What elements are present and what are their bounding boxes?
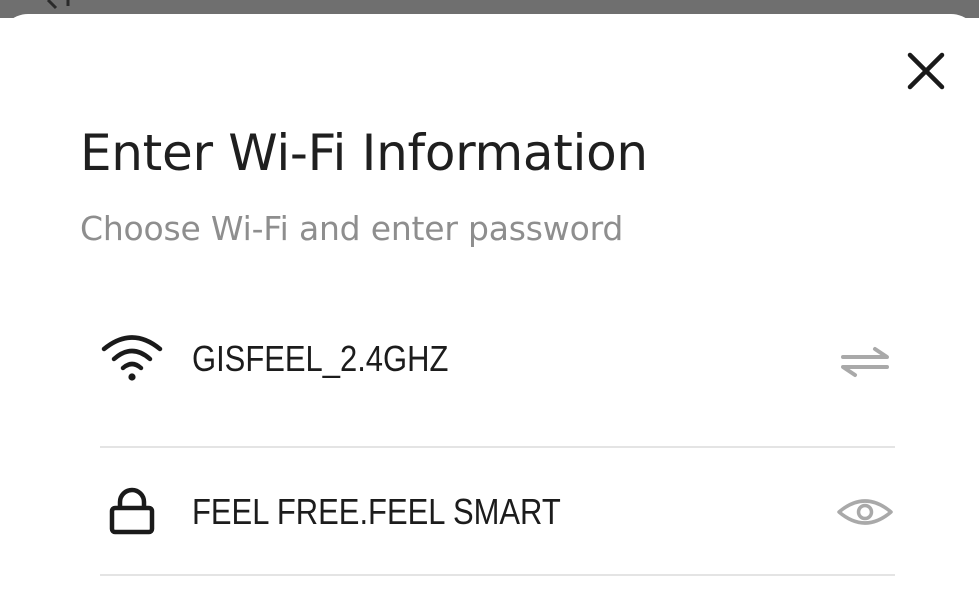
wifi-password-value[interactable]: FEEL FREE.FEEL SMART	[192, 487, 561, 537]
dialog-title: Enter Wi-Fi Information	[80, 124, 648, 182]
toggle-password-visibility-button[interactable]	[835, 487, 895, 537]
close-icon	[907, 52, 945, 90]
wifi-password-field[interactable]: FEEL FREE.FEEL SMART	[100, 448, 895, 576]
wifi-icon	[100, 332, 164, 382]
wifi-ssid-value: GISFEEL_2.4GHZ	[192, 338, 449, 379]
status-bar-glyph	[46, 0, 70, 10]
wifi-network-field[interactable]: GISFEEL_2.4GHZ	[100, 300, 895, 448]
switch-network-button[interactable]	[835, 336, 895, 386]
lock-icon	[100, 486, 164, 536]
eye-icon	[837, 499, 893, 525]
close-button[interactable]	[902, 47, 950, 95]
switch-network-icon	[841, 347, 889, 377]
dialog-subtitle: Choose Wi-Fi and enter password	[80, 209, 624, 248]
